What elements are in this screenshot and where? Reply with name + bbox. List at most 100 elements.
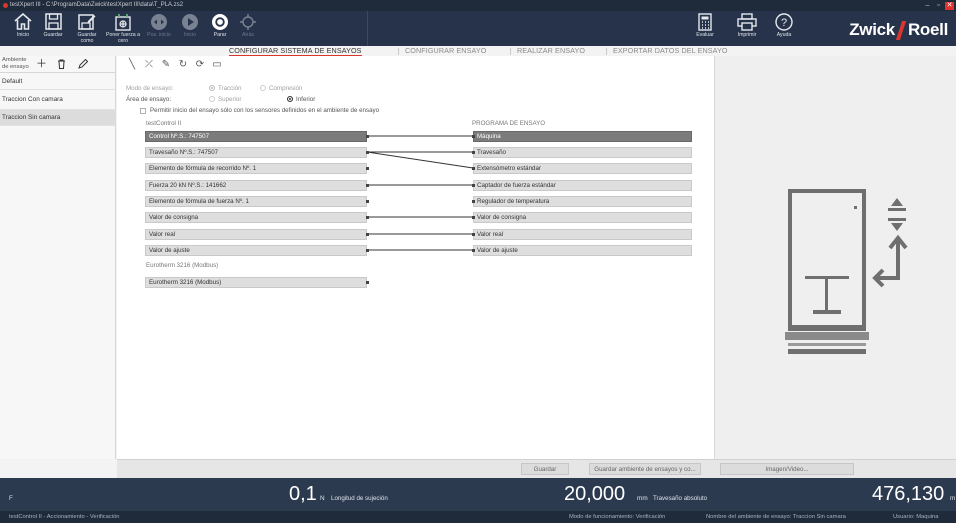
action-buttons: Guardar Guardar ambiente de ensayos y co… (117, 459, 956, 478)
close-button[interactable]: ✕ (945, 1, 954, 10)
print-label: Imprimir (737, 32, 757, 38)
area-label: Área de ensayo: (126, 96, 172, 103)
save-config-button[interactable]: Guardar (521, 463, 569, 475)
edit-icon[interactable]: ✎ (159, 59, 173, 70)
target-slot[interactable]: Captador de fuerza estándar (473, 180, 692, 191)
minimize-button[interactable]: – (923, 2, 932, 10)
environment-header: Ambiente de ensayo ＋ (0, 56, 116, 73)
source-slot[interactable]: Elemento de fórmula de recorrido Nº. 1 (145, 163, 367, 174)
evaluate-button[interactable]: Evaluar (693, 11, 717, 46)
target-slot[interactable]: Travesaño (473, 147, 692, 158)
readout-label-f: F (9, 495, 13, 502)
force-unit: N (320, 495, 325, 502)
back-button[interactable]: Atrás (236, 11, 260, 46)
help-label: Ayuda (776, 32, 792, 38)
sync-icon[interactable]: ⟳ (193, 59, 207, 70)
help-button[interactable]: ? Ayuda (772, 11, 796, 46)
unlink-icon[interactable]: ⤫ (142, 59, 156, 70)
environment-title: Ambiente de ensayo (2, 57, 29, 70)
printer-icon (737, 12, 757, 31)
edit-icon[interactable] (78, 58, 89, 72)
window-icon[interactable]: ▭ (210, 59, 224, 70)
tab-separator (510, 48, 511, 55)
status-user: Usuario: Maquina (893, 514, 939, 520)
start-button[interactable]: Inicio (178, 11, 202, 46)
play-icon (182, 13, 198, 30)
source-slot[interactable]: Fuerza 20 kN Nº.S.: 141662 (145, 180, 367, 191)
tab-separator (398, 48, 399, 55)
target-slot[interactable]: Valor real (473, 229, 692, 240)
test-environment-panel: Ambiente de ensayo ＋ Default Traccion Co… (0, 56, 116, 459)
save-as-icon (78, 14, 96, 30)
tab-configure-test[interactable]: CONFIGURAR ENSAYO (405, 46, 486, 56)
source-slot[interactable]: Control Nº.S.: 747507 (145, 131, 367, 142)
radio-traccion[interactable] (209, 85, 215, 91)
save-icon (44, 13, 62, 30)
extra-value: 476,130 (872, 483, 945, 505)
link-line (366, 151, 474, 169)
radio-compresion[interactable] (260, 85, 266, 91)
crosshead-value: 20,000 (564, 483, 626, 505)
environment-item-default[interactable]: Default (0, 74, 116, 90)
trash-icon[interactable] (57, 59, 66, 72)
target-slot[interactable]: Valor de ajuste (473, 245, 692, 256)
zwick-roell-logo: Zwick Roell (849, 20, 948, 40)
tab-perform-test[interactable]: REALIZAR ENSAYO (517, 46, 585, 56)
source-slot[interactable]: Elemento de fórmula de fuerza Nº. 1 (145, 196, 367, 207)
source-slot[interactable]: Valor de consigna (145, 212, 367, 223)
target-slot[interactable]: Extensómetro estándar (473, 163, 692, 174)
radio-inferior[interactable] (287, 96, 293, 102)
target-slot[interactable]: Valor de consigna (473, 212, 692, 223)
status-environment: Nombre del ambiente de ensayo: Traccion … (706, 514, 846, 520)
force-value: 0,1 (289, 483, 317, 505)
area-option-superior: Superior (218, 96, 242, 103)
back-label: Atrás (241, 32, 255, 38)
line-icon[interactable]: ╲ (125, 59, 139, 70)
save-button[interactable]: Guardar (38, 11, 68, 46)
maximize-button[interactable]: ▫ (934, 2, 943, 10)
print-button[interactable]: Imprimir (732, 11, 762, 46)
window-title-bar: testXpert III - C:\ProgramData\Zwick\tes… (0, 0, 956, 11)
stop-button[interactable]: Parar (208, 11, 232, 46)
source-slot[interactable]: Valor real (145, 229, 367, 240)
crosshead-description: Travesaño absoluto (653, 495, 708, 502)
environment-item-traccion-sin-camara[interactable]: Traccion Sin camara (0, 110, 116, 126)
mode-label: Modo de ensayo: (126, 85, 174, 92)
environment-item-traccion-con-camara[interactable]: Traccion Con camara (0, 90, 116, 110)
back-icon (240, 13, 256, 30)
permit-label: Permitir inicio del ensayo sólo con los … (150, 107, 380, 114)
permit-checkbox[interactable] (140, 108, 146, 114)
svg-text:?: ? (781, 17, 787, 29)
save-as-button[interactable]: Guardar como (72, 11, 102, 46)
help-icon: ? (775, 12, 793, 31)
plus-icon[interactable]: ＋ (36, 59, 47, 70)
testing-machine-illustration (785, 189, 908, 354)
tab-configure-system[interactable]: CONFIGURAR SISTEMA DE ENSAYOS (229, 46, 362, 56)
window-controls: – ▫ ✕ (923, 1, 954, 10)
mode-option-traccion: Tracción (218, 85, 242, 92)
source2-title: Eurotherm 3216 (Modbus) (146, 262, 219, 269)
zero-force-button[interactable]: Poner fuerza a cero (104, 11, 142, 46)
source-slot[interactable]: Eurotherm 3216 (Modbus) (145, 277, 367, 288)
extra-unit: m (950, 495, 956, 502)
pos-start-button[interactable]: Pos. inicio (146, 11, 172, 46)
tab-export-data[interactable]: EXPORTAR DATOS DEL ENSAYO (613, 46, 728, 56)
target-slot[interactable]: Regulador de temperatura (473, 196, 692, 207)
refresh-icon[interactable]: ↻ (176, 59, 190, 70)
workflow-tabs: CONFIGURAR SISTEMA DE ENSAYOS CONFIGURAR… (0, 46, 956, 56)
target-slot[interactable]: Máquina (473, 131, 692, 142)
radio-superior[interactable] (209, 96, 215, 102)
calculator-icon (698, 12, 712, 31)
stop-icon (212, 13, 228, 30)
machine-preview-panel (714, 56, 956, 459)
source-title: testControl II (146, 120, 182, 127)
image-video-button[interactable]: Imagen/Video... (720, 463, 854, 475)
save-environment-button[interactable]: Guardar ambiente de ensayos y co... (589, 463, 701, 475)
start-label: Inicio (183, 32, 197, 38)
status-mode: Modo de funcionamiento: Verificación (569, 514, 666, 520)
save-as-label: Guardar como (77, 32, 97, 44)
source-slot[interactable]: Valor de ajuste (145, 245, 367, 256)
home-button[interactable]: Inicio (12, 11, 34, 46)
source-slot[interactable]: Travesaño Nº.S.: 747507 (145, 147, 367, 158)
target-title: PROGRAMA DE ENSAYO (472, 120, 546, 127)
